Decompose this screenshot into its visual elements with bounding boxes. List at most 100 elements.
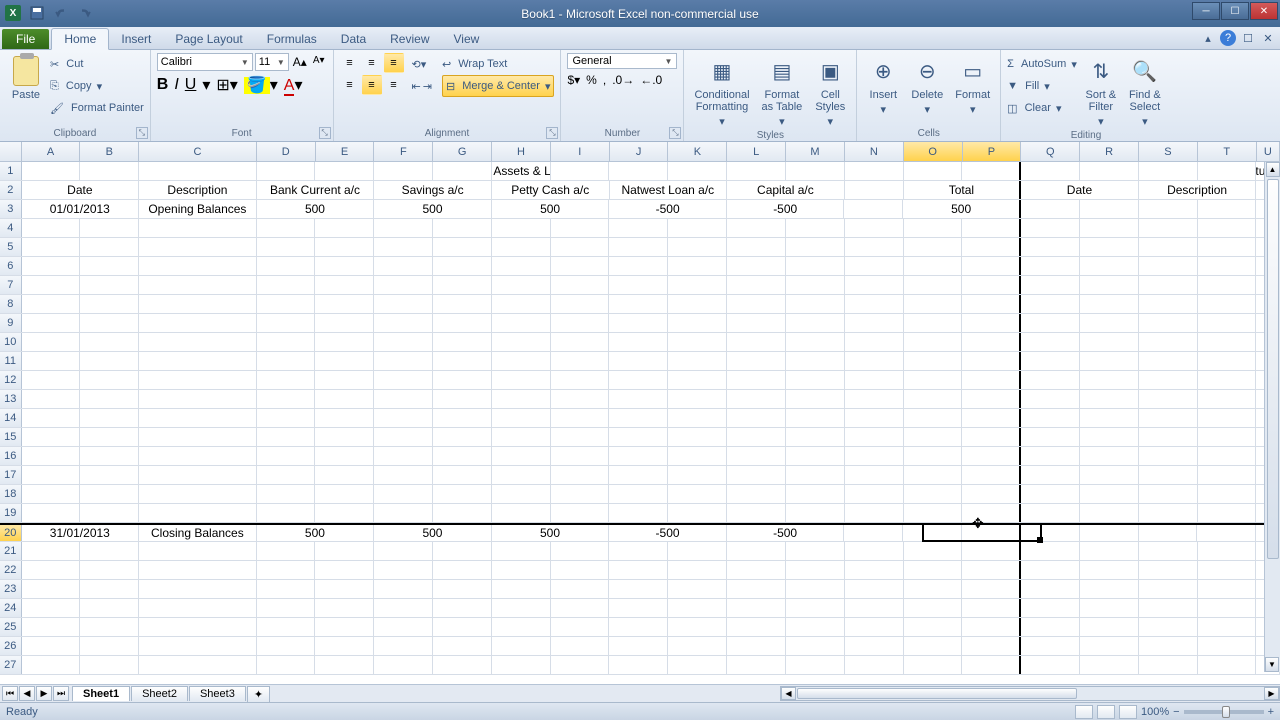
cell-T24[interactable] — [1198, 599, 1257, 617]
row-header-10[interactable]: 10 — [0, 333, 22, 351]
cell-I14[interactable] — [551, 409, 610, 427]
row-header-9[interactable]: 9 — [0, 314, 22, 332]
cell-E18[interactable] — [315, 485, 374, 503]
cell-T14[interactable] — [1198, 409, 1257, 427]
cell-Q14[interactable] — [1021, 409, 1080, 427]
cell-A24[interactable] — [22, 599, 81, 617]
cell-C1[interactable] — [139, 162, 256, 180]
col-header-F[interactable]: F — [374, 142, 433, 161]
cell-F24[interactable] — [374, 599, 433, 617]
cell-E8[interactable] — [315, 295, 374, 313]
cell-P14[interactable] — [962, 409, 1021, 427]
cell-N5[interactable] — [845, 238, 904, 256]
cell-G27[interactable] — [433, 656, 492, 674]
cell-F3[interactable]: 500 — [374, 200, 492, 218]
cell-N17[interactable] — [845, 466, 904, 484]
increase-decimal[interactable]: .0→ — [612, 73, 634, 87]
cell-R19[interactable] — [1080, 504, 1139, 522]
cell-O18[interactable] — [904, 485, 963, 503]
cell-G22[interactable] — [433, 561, 492, 579]
col-header-A[interactable]: A — [22, 142, 81, 161]
cell-T7[interactable] — [1198, 276, 1257, 294]
find-select-button[interactable]: 🔍Find & Select▾ — [1125, 53, 1165, 130]
cell-E17[interactable] — [315, 466, 374, 484]
cell-Q21[interactable] — [1021, 542, 1080, 560]
cell-E15[interactable] — [315, 428, 374, 446]
cell-D15[interactable] — [257, 428, 316, 446]
cell-Q7[interactable] — [1021, 276, 1080, 294]
cell-D13[interactable] — [257, 390, 316, 408]
col-header-D[interactable]: D — [257, 142, 316, 161]
cell-B19[interactable] — [80, 504, 139, 522]
cell-I5[interactable] — [551, 238, 610, 256]
cell-S23[interactable] — [1139, 580, 1198, 598]
cell-H11[interactable] — [492, 352, 551, 370]
cell-Q11[interactable] — [1021, 352, 1080, 370]
cell-K11[interactable] — [668, 352, 727, 370]
cell-C16[interactable] — [139, 447, 256, 465]
cell-Q10[interactable] — [1021, 333, 1080, 351]
cell-O6[interactable] — [904, 257, 963, 275]
cell-K26[interactable] — [668, 637, 727, 655]
cell-J7[interactable] — [609, 276, 668, 294]
cell-C3[interactable]: Opening Balances — [139, 200, 257, 218]
file-tab[interactable]: File — [2, 29, 49, 49]
cell-S19[interactable] — [1139, 504, 1198, 522]
cell-A3[interactable]: 01/01/2013 — [22, 200, 140, 218]
row-header-7[interactable]: 7 — [0, 276, 22, 294]
row-header-2[interactable]: 2 — [0, 181, 22, 199]
cell-N4[interactable] — [845, 219, 904, 237]
col-header-T[interactable]: T — [1198, 142, 1257, 161]
cell-L6[interactable] — [727, 257, 786, 275]
cell-R18[interactable] — [1080, 485, 1139, 503]
cell-J24[interactable] — [609, 599, 668, 617]
conditional-formatting-button[interactable]: ▦Conditional Formatting▾ — [690, 53, 753, 130]
minimize-button[interactable]: ─ — [1192, 2, 1220, 20]
cell-L25[interactable] — [727, 618, 786, 636]
cell-J15[interactable] — [609, 428, 668, 446]
zoom-out-button[interactable]: − — [1173, 706, 1179, 718]
cell-S6[interactable] — [1139, 257, 1198, 275]
cell-P10[interactable] — [962, 333, 1021, 351]
new-sheet-button[interactable]: ✦ — [247, 686, 270, 702]
cell-R26[interactable] — [1080, 637, 1139, 655]
cell-P1[interactable] — [962, 162, 1021, 180]
cell-L22[interactable] — [727, 561, 786, 579]
cell-M15[interactable] — [786, 428, 845, 446]
cell-O21[interactable] — [904, 542, 963, 560]
cell-J2[interactable]: Natwest Loan a/c — [610, 181, 728, 199]
row-header-14[interactable]: 14 — [0, 409, 22, 427]
cell-S20[interactable] — [1139, 525, 1198, 541]
col-header-E[interactable]: E — [316, 142, 375, 161]
cell-D16[interactable] — [257, 447, 316, 465]
cell-G26[interactable] — [433, 637, 492, 655]
cell-N15[interactable] — [845, 428, 904, 446]
sheet-nav-next[interactable]: ▶ — [36, 686, 52, 701]
increase-font-icon[interactable]: A▴ — [291, 53, 309, 71]
cell-F27[interactable] — [374, 656, 433, 674]
cell-N8[interactable] — [845, 295, 904, 313]
hscroll-left[interactable]: ◀ — [781, 687, 796, 700]
col-header-O[interactable]: O — [904, 142, 963, 161]
clipboard-launcher[interactable]: ⤡ — [136, 127, 148, 139]
page-break-view-button[interactable] — [1119, 705, 1137, 719]
cell-I9[interactable] — [551, 314, 610, 332]
cell-D18[interactable] — [257, 485, 316, 503]
cell-T6[interactable] — [1198, 257, 1257, 275]
row-header-6[interactable]: 6 — [0, 257, 22, 275]
cell-T16[interactable] — [1198, 447, 1257, 465]
cell-H5[interactable] — [492, 238, 551, 256]
excel-app-icon[interactable]: X — [2, 2, 24, 24]
cell-I18[interactable] — [551, 485, 610, 503]
merge-center-button[interactable]: ⊟ Merge & Center ▾ — [442, 75, 555, 97]
cell-I22[interactable] — [551, 561, 610, 579]
cell-A14[interactable] — [22, 409, 81, 427]
cell-G10[interactable] — [433, 333, 492, 351]
cell-L3[interactable]: -500 — [727, 200, 845, 218]
cell-E1[interactable] — [315, 162, 374, 180]
cell-E11[interactable] — [315, 352, 374, 370]
vscroll-thumb[interactable] — [1267, 179, 1279, 559]
cell-O26[interactable] — [904, 637, 963, 655]
cell-J3[interactable]: -500 — [609, 200, 727, 218]
cell-R11[interactable] — [1080, 352, 1139, 370]
